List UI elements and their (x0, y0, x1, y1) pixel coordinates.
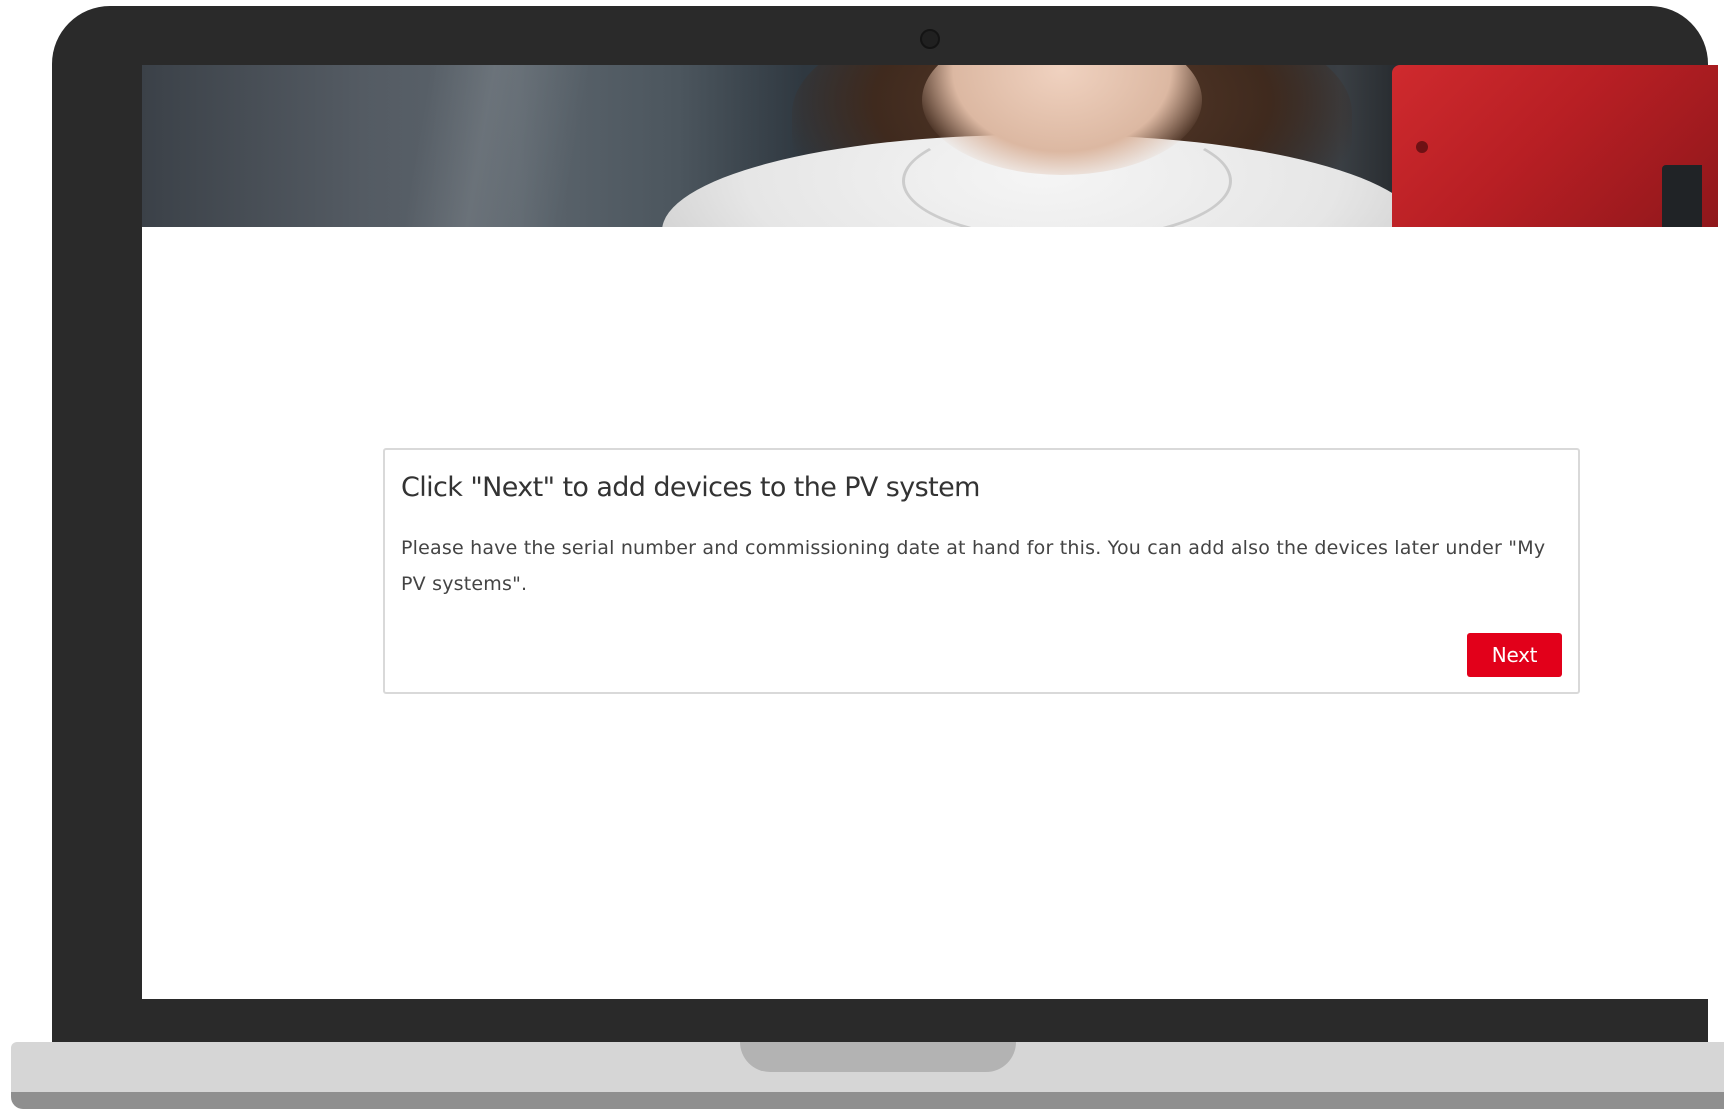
next-button[interactable]: Next (1467, 633, 1562, 677)
dialog-title: Click "Next" to add devices to the PV sy… (401, 472, 980, 503)
add-devices-dialog: Click "Next" to add devices to the PV sy… (383, 448, 1580, 694)
laptop-base-notch (740, 1042, 1016, 1072)
hero-device-panel (1662, 165, 1702, 227)
laptop-screen: Click "Next" to add devices to the PV sy… (142, 65, 1718, 999)
hero-device-screw (1416, 141, 1428, 153)
webcam-icon (920, 29, 940, 49)
hero-banner-image (142, 65, 1718, 227)
dialog-body-text: Please have the serial number and commis… (401, 537, 1546, 595)
laptop-bezel: Click "Next" to add devices to the PV sy… (52, 6, 1718, 1048)
laptop-base-bottom (11, 1092, 1724, 1109)
